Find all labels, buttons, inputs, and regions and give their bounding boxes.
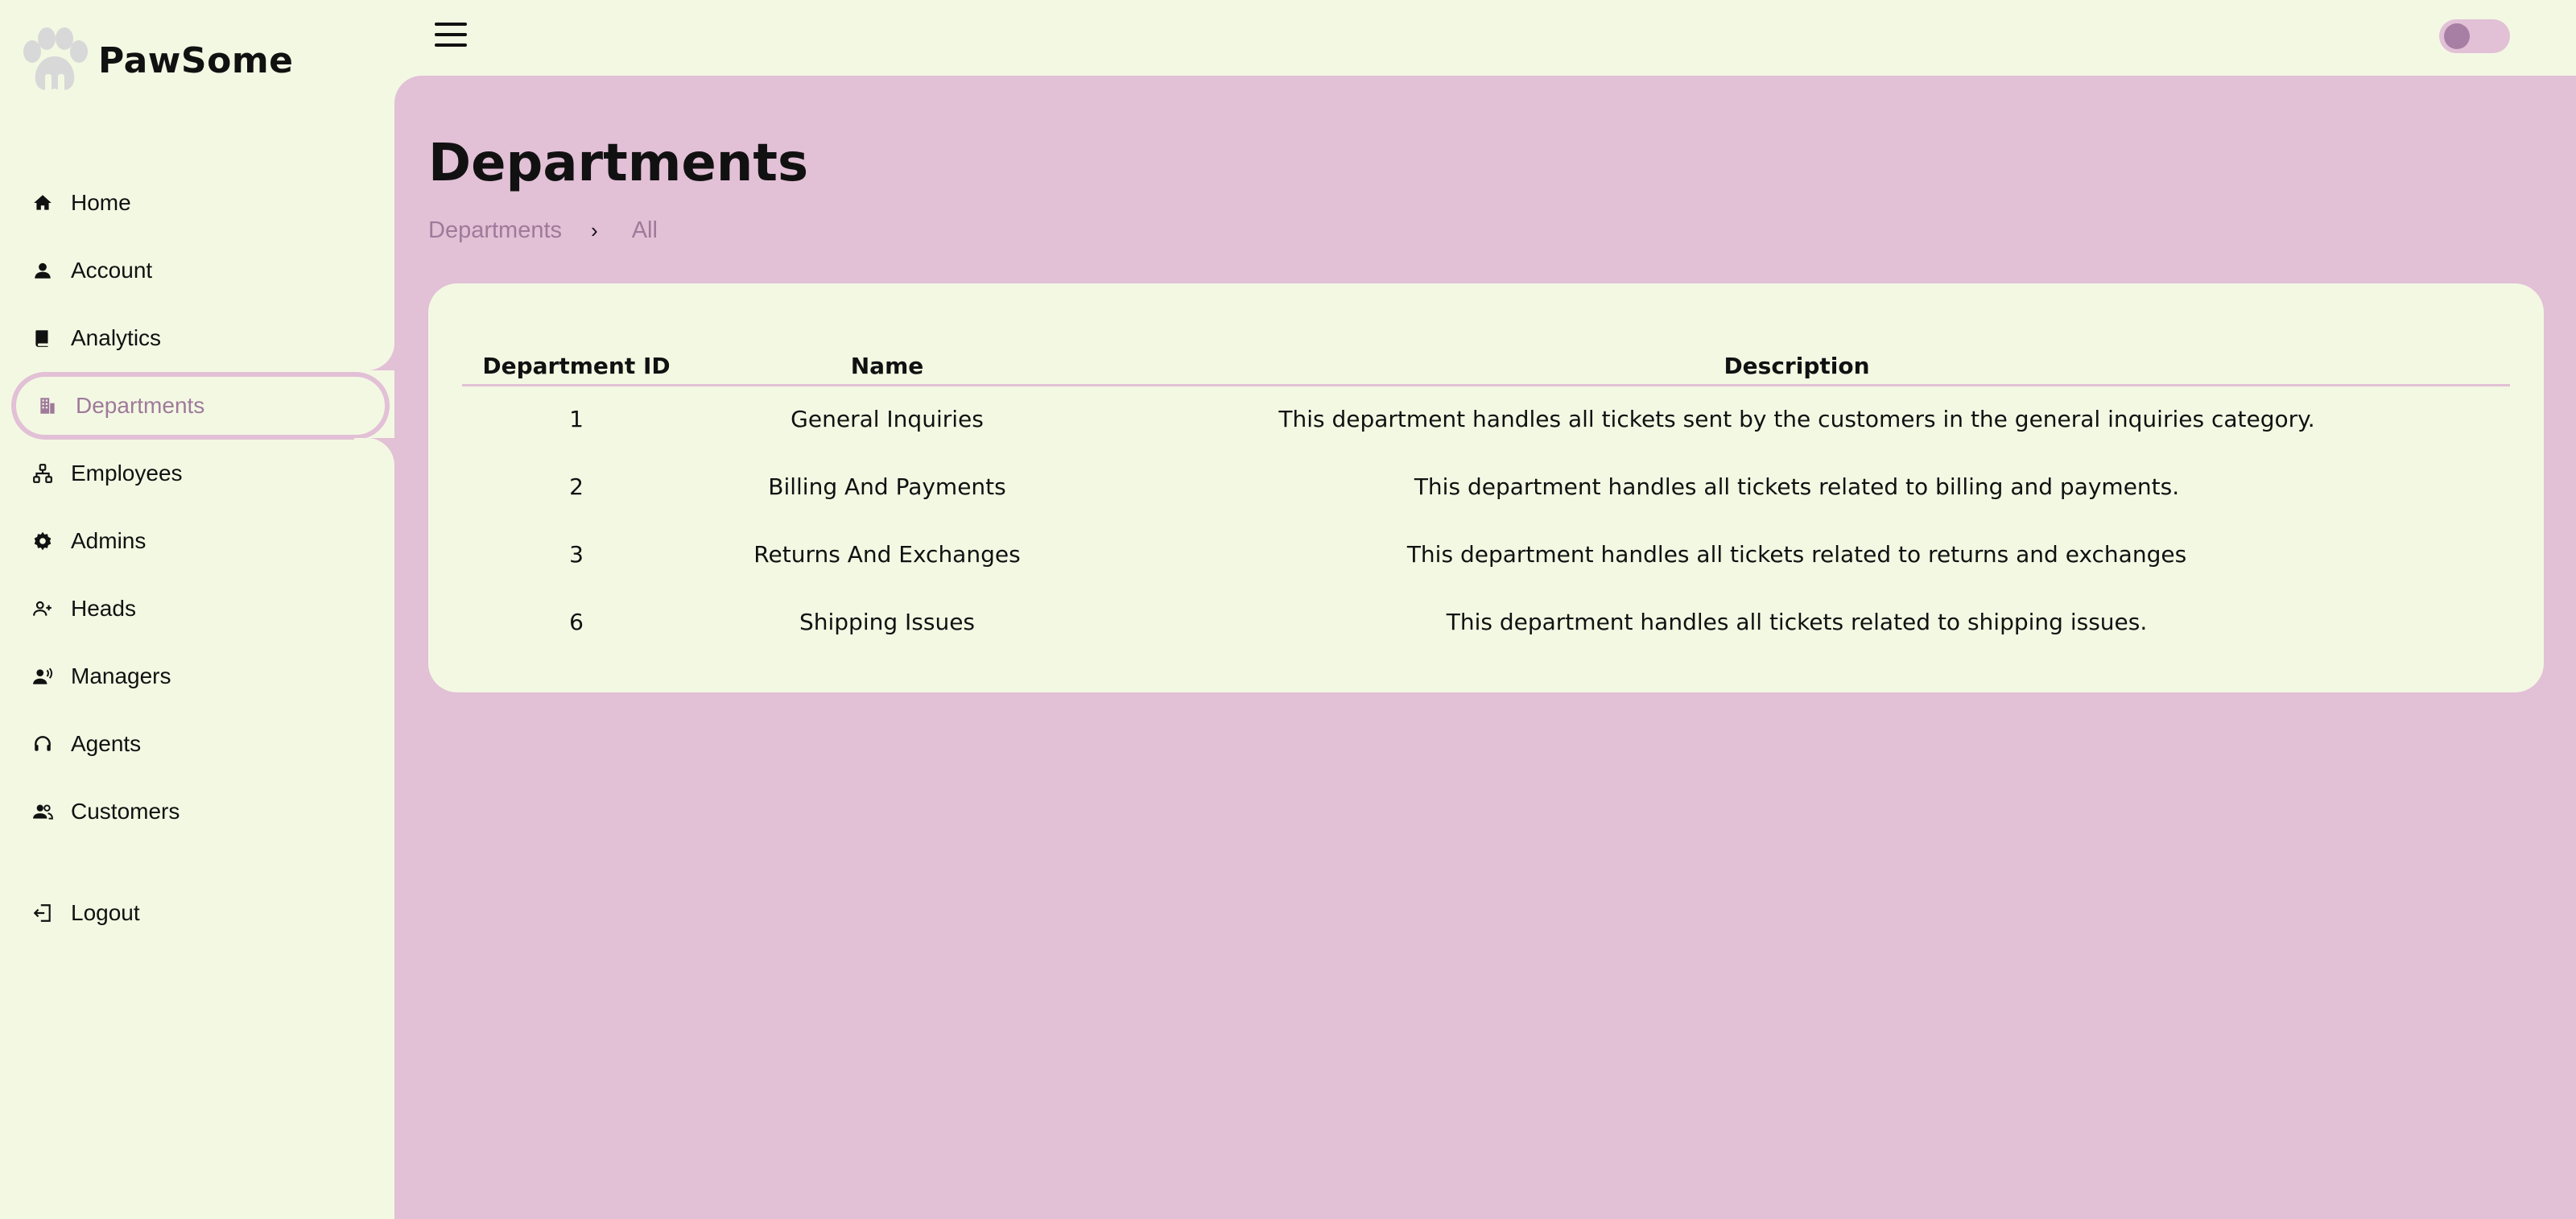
breadcrumb-departments[interactable]: Departments xyxy=(428,217,562,244)
theme-toggle[interactable] xyxy=(2439,19,2510,53)
cell-id: 1 xyxy=(569,406,584,433)
building-icon xyxy=(35,394,60,418)
book-icon xyxy=(31,326,55,350)
home-icon xyxy=(31,191,55,215)
sidebar-item-departments[interactable]: Departments xyxy=(11,372,390,440)
cell-name: Shipping Issues xyxy=(799,608,976,635)
logout-label: Logout xyxy=(71,900,140,925)
sidebar-item-label: Analytics xyxy=(71,325,162,350)
sidebar-item-agents[interactable]: Agents xyxy=(0,710,394,778)
cell-description: This department handles all tickets sent… xyxy=(1278,406,2315,433)
sidebar-item-employees[interactable]: Employees xyxy=(0,440,394,507)
brand-name: PawSome xyxy=(98,39,294,81)
people-icon xyxy=(31,800,55,824)
sidebar-item-label: Employees xyxy=(71,461,183,486)
gear-icon xyxy=(31,529,55,553)
sidebar-item-home[interactable]: Home xyxy=(0,169,394,237)
column-header-id[interactable]: Department ID xyxy=(462,348,691,386)
person-add-icon xyxy=(31,597,55,621)
cell-name: Billing And Payments xyxy=(768,473,1006,500)
cell-id: 6 xyxy=(569,608,584,635)
sidebar-item-account[interactable]: Account xyxy=(0,237,394,304)
sidebar-item-heads[interactable]: Heads xyxy=(0,575,394,643)
breadcrumb: Departments › All xyxy=(428,217,658,244)
chevron-right-icon: › xyxy=(591,218,598,242)
sidebar: PawSome Home Account Analytics Departmen… xyxy=(0,0,394,1219)
sidebar-item-admins[interactable]: Admins xyxy=(0,507,394,575)
sidebar-item-label: Admins xyxy=(71,528,147,553)
sidebar-item-label: Account xyxy=(71,258,153,283)
sidebar-item-label: Heads xyxy=(71,596,136,621)
sidebar-item-managers[interactable]: Managers xyxy=(0,643,394,710)
sidebar-item-label: Departments xyxy=(76,393,205,418)
person-icon xyxy=(31,258,55,283)
sidebar-item-label: Customers xyxy=(71,799,180,824)
sidebar-item-label: Agents xyxy=(71,731,142,756)
departments-table: Department ID Name Description 1 General… xyxy=(462,348,2510,655)
cell-description: This department handles all tickets rela… xyxy=(1406,540,2187,568)
cell-description: This department handles all tickets rela… xyxy=(1446,608,2148,635)
breadcrumb-all[interactable]: All xyxy=(632,217,658,244)
cell-id: 2 xyxy=(569,473,584,500)
sidebar-nav: Home Account Analytics Departments Emplo… xyxy=(0,169,394,947)
app-root: PawSome Home Account Analytics Departmen… xyxy=(0,0,2576,1219)
cell-name: Returns And Exchanges xyxy=(753,540,1021,568)
logout-button[interactable]: Logout xyxy=(0,879,394,947)
column-header-name[interactable]: Name xyxy=(691,348,1084,386)
table-row[interactable]: 1 General Inquiries This department hand… xyxy=(462,385,2510,452)
main-panel: Departments Departments › All Department… xyxy=(394,76,2576,1219)
table-row[interactable]: 3 Returns And Exchanges This department … xyxy=(462,520,2510,588)
sidebar-item-label: Home xyxy=(71,190,131,215)
cell-name: General Inquiries xyxy=(791,406,984,433)
table-header-row: Department ID Name Description xyxy=(462,348,2510,386)
brand[interactable]: PawSome xyxy=(16,24,294,97)
table-row[interactable]: 2 Billing And Payments This department h… xyxy=(462,452,2510,520)
sidebar-item-customers[interactable]: Customers xyxy=(0,778,394,845)
column-header-description[interactable]: Description xyxy=(1084,348,2510,386)
headset-icon xyxy=(31,732,55,756)
toggle-knob xyxy=(2444,23,2470,49)
table-row[interactable]: 6 Shipping Issues This department handle… xyxy=(462,588,2510,655)
logout-icon xyxy=(31,901,55,925)
departments-card: Department ID Name Description 1 General… xyxy=(428,283,2544,692)
sidebar-item-analytics[interactable]: Analytics xyxy=(0,304,394,372)
sidebar-item-label: Managers xyxy=(71,663,171,688)
cell-description: This department handles all tickets rela… xyxy=(1414,473,2180,500)
org-chart-icon xyxy=(31,461,55,486)
hamburger-icon[interactable] xyxy=(435,23,467,48)
page-title: Departments xyxy=(428,134,809,193)
person-voice-icon xyxy=(31,664,55,688)
cell-id: 3 xyxy=(569,540,584,568)
paw-icon xyxy=(23,27,88,93)
